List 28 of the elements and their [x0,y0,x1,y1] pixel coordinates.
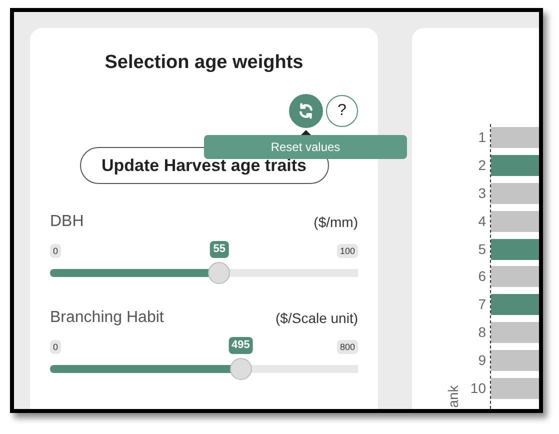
unit-label: ($/mm) [314,212,358,232]
value-label: 495 [228,337,253,354]
slider-label: DBH [50,212,84,232]
rank-label: 1 [478,128,486,148]
help-button[interactable]: ? [326,95,358,127]
slider-label: Branching Habit [50,308,164,328]
rank-label: 9 [478,350,486,370]
rank-label: 2 [478,156,486,176]
rank-label: 5 [478,240,486,259]
max-label: 100 [336,244,358,258]
tooltip: Reset values [204,135,407,159]
rank-label: 4 [478,212,486,231]
min-label: 0 [50,244,62,258]
rank-label: 6 [478,267,486,286]
slider-thumb[interactable] [208,262,230,284]
rank-label: 3 [478,184,486,203]
rank-label: 8 [478,322,486,342]
rank-label: 10 [470,378,486,398]
max-label: 800 [336,340,358,354]
refresh-icon [298,103,314,119]
min-label: 0 [50,340,62,354]
unit-label: ($/Scale unit) [276,308,358,328]
rank-label: 7 [478,295,486,314]
slider-thumb[interactable] [230,358,252,380]
panel-title: Selection age weights [104,51,304,75]
axis-title: ank [444,385,462,408]
value-label: 55 [210,241,229,258]
reset-button[interactable] [289,94,323,128]
